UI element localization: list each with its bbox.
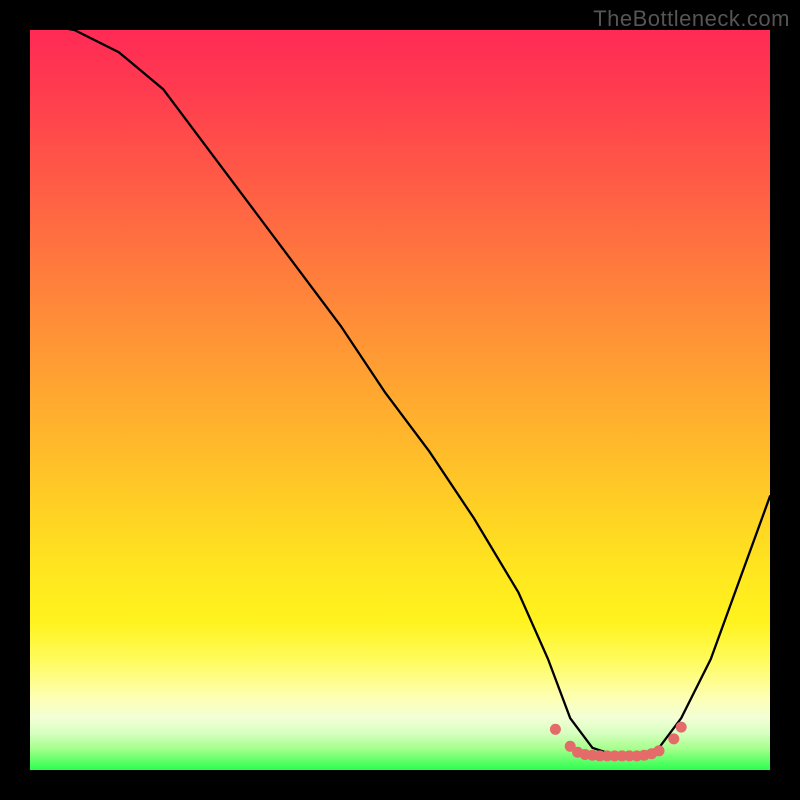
marker-dot	[654, 745, 665, 756]
marker-dot	[550, 724, 561, 735]
watermark-text: TheBottleneck.com	[593, 6, 790, 32]
chart-frame: TheBottleneck.com	[0, 0, 800, 800]
marker-dot	[676, 722, 687, 733]
curve-layer	[30, 30, 770, 770]
bottleneck-curve-path	[30, 30, 770, 755]
optimal-range-markers	[550, 722, 687, 762]
plot-area	[30, 30, 770, 770]
marker-dot	[668, 733, 679, 744]
